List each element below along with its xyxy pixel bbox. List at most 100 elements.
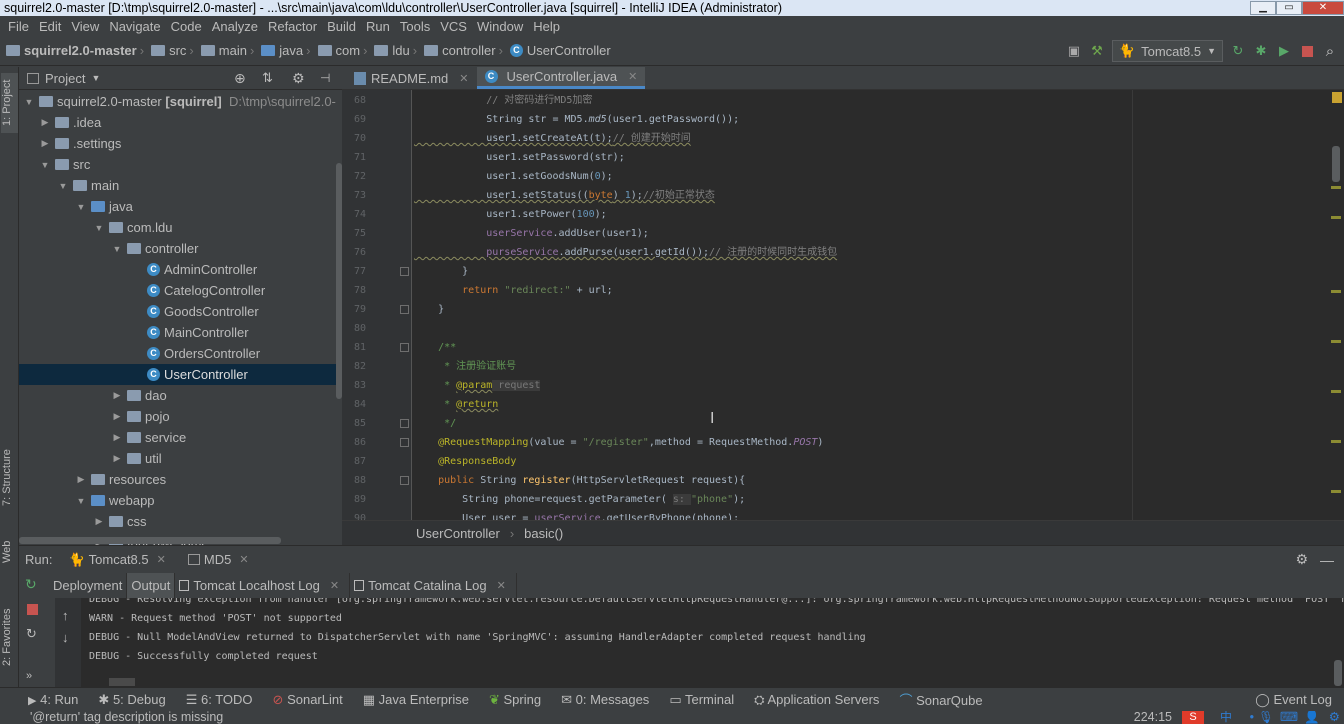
debug-bug-icon[interactable]: ✱ [1253, 43, 1269, 59]
tree-item-com-ldu[interactable]: ▼ com.ldu [19, 217, 342, 238]
menu-vcs[interactable]: VCS [435, 19, 472, 34]
tab-readme[interactable]: README.md ✕ [346, 67, 477, 89]
code-line[interactable]: user1.setStatus((byte) 1);//初始正常状态 [414, 186, 715, 205]
tree-item-settings[interactable]: ▶ .settings [19, 133, 342, 154]
code-line[interactable]: */ [414, 414, 456, 433]
fold-marker-icon[interactable] [400, 476, 409, 485]
code-line[interactable]: userService.addUser(user1); [414, 224, 649, 243]
stop-icon[interactable] [27, 604, 38, 615]
menu-build[interactable]: Build [322, 19, 361, 34]
menu-window[interactable]: Window [472, 19, 528, 34]
tree-item-orderscontroller[interactable]: C OrdersController [19, 343, 342, 364]
subtab-output[interactable]: Output [127, 573, 176, 598]
tree-item-webapp[interactable]: ▼ webapp [19, 490, 342, 511]
tab-structure-tool[interactable]: 7: Structure [1, 437, 18, 519]
chevron-down-icon[interactable]: ▼ [91, 73, 100, 83]
breadcrumb-main[interactable]: main › [200, 43, 258, 58]
menu-tools[interactable]: Tools [395, 19, 435, 34]
tree-item-main[interactable]: ▼ main [19, 175, 342, 196]
tool-sonarlint[interactable]: ⊘ SonarLint [273, 692, 343, 708]
breadcrumb-usercontroller[interactable]: C UserController [509, 43, 611, 58]
close-tab-icon[interactable]: ✕ [459, 72, 468, 85]
tree-item-goodscontroller[interactable]: C GoodsController [19, 301, 342, 322]
minimize-button[interactable]: ▁ [1250, 1, 1276, 15]
close-tab-icon[interactable]: ✕ [239, 553, 248, 566]
code-area[interactable]: // 对密码进行MD5加密 String str = MD5.md5(user1… [414, 90, 1132, 520]
tree-item-resources[interactable]: ▶ resources [19, 469, 342, 490]
close-tab-icon[interactable]: ✕ [157, 553, 166, 566]
menu-file[interactable]: File [3, 19, 34, 34]
menu-navigate[interactable]: Navigate [104, 19, 165, 34]
breadcrumb-com[interactable]: com › [317, 43, 371, 58]
fold-marker-icon[interactable] [400, 419, 409, 428]
fold-marker-icon[interactable] [400, 305, 409, 314]
tool-terminal[interactable]: ▭ Terminal [669, 692, 734, 708]
crumb-class[interactable]: UserController [416, 526, 500, 541]
code-line[interactable]: return "redirect:" + url; [414, 281, 613, 300]
breadcrumb-src[interactable]: src › [151, 43, 197, 58]
tree-item-java[interactable]: ▼ java [19, 196, 342, 217]
tree-item-usercontroller[interactable]: C UserController [19, 364, 342, 385]
code-line[interactable]: @ResponseBody [414, 452, 516, 471]
caret-position[interactable]: 224:15 [1134, 711, 1172, 724]
breadcrumb-ldu[interactable]: ldu › [374, 43, 420, 58]
code-line[interactable]: } [414, 300, 444, 319]
tab-web-tool[interactable]: Web [1, 537, 18, 567]
project-view-select[interactable]: Project [45, 71, 85, 86]
code-line[interactable]: } [414, 262, 468, 281]
run-with-coverage-icon[interactable]: ▶ [1276, 43, 1292, 59]
breadcrumb-java[interactable]: java › [261, 43, 313, 58]
tree-item-dao[interactable]: ▶ dao [19, 385, 342, 406]
tool-sonarqube[interactable]: ⌒ SonarQube [899, 690, 982, 709]
rerun-icon[interactable]: ↻ [1230, 43, 1246, 59]
tool-java-enterprise[interactable]: ▦ Java Enterprise [363, 692, 469, 708]
ime-user-icon[interactable]: 👤 [1304, 711, 1320, 724]
tool-debug[interactable]: ✱ 5: Debug [98, 692, 165, 708]
tab-favorites-tool[interactable]: 2: Favorites [1, 597, 18, 677]
editor-scrollbar[interactable] [1328, 90, 1344, 520]
locate-icon[interactable]: ⊕ [234, 70, 246, 87]
code-line[interactable]: user1.setGoodsNum(0); [414, 167, 612, 186]
tree-item-css[interactable]: ▶ css [19, 511, 342, 532]
menu-run[interactable]: Run [361, 19, 395, 34]
warning-indicator-icon[interactable] [1332, 92, 1342, 103]
breadcrumb-project[interactable]: squirrel2.0-master › [6, 43, 147, 58]
build-hammer-icon[interactable]: ⚒ [1089, 43, 1105, 59]
code-line[interactable]: user1.setPassword(str); [414, 148, 624, 167]
ime-punctuation-icon[interactable]: • [1250, 711, 1254, 724]
rerun-icon[interactable]: ↻ [25, 576, 37, 593]
tab-project-tool[interactable]: 1: Project [1, 73, 18, 133]
ime-language-icon[interactable]: 中 [1220, 711, 1232, 724]
code-line[interactable]: user1.setCreateAt(t);// 创建开始时间 [414, 129, 691, 148]
more-icon[interactable]: » [26, 670, 32, 682]
console-scrollbar[interactable] [1334, 660, 1342, 686]
tool-messages[interactable]: ✉ 0: Messages [561, 692, 649, 708]
code-line[interactable]: /** [414, 338, 456, 357]
tool-todo[interactable]: ☰ 6: TODO [186, 692, 253, 708]
tree-item-service[interactable]: ▶ service [19, 427, 342, 448]
hide-panel-icon[interactable]: ⊣ [320, 71, 330, 85]
code-line[interactable]: String phone=request.getParameter( s: "p… [414, 490, 745, 509]
tree-item-pojo[interactable]: ▶ pojo [19, 406, 342, 427]
project-horizontal-scrollbar[interactable] [19, 537, 281, 544]
subtab-deployment[interactable]: Deployment [49, 573, 128, 598]
subtab-tomcat-localhost-log[interactable]: Tomcat Localhost Log ✕ [175, 573, 351, 598]
code-line[interactable]: @RequestMapping(value = "/register",meth… [414, 433, 823, 452]
code-line[interactable]: * @return [414, 395, 498, 414]
fold-marker-icon[interactable] [400, 438, 409, 447]
search-icon[interactable]: ⌕ [1322, 43, 1338, 60]
close-tab-icon[interactable]: ✕ [330, 579, 339, 592]
minimize-panel-icon[interactable]: — [1320, 552, 1334, 568]
tree-item-idea[interactable]: ▶ .idea [19, 112, 342, 133]
code-line[interactable]: user1.setPower(100); [414, 205, 606, 224]
scroll-up-arrow-icon[interactable]: ↑ [62, 608, 69, 623]
tool-application-servers[interactable]: ⛭ Application Servers [754, 692, 879, 708]
tree-item-admincontroller[interactable]: C AdminController [19, 259, 342, 280]
menu-analyze[interactable]: Analyze [207, 19, 263, 34]
gear-icon[interactable]: ⚙ [1295, 551, 1308, 568]
run-configuration-select[interactable]: 🐈 Tomcat8.5 ▼ [1111, 40, 1223, 62]
tool-spring[interactable]: ❦ Spring [489, 692, 541, 708]
tool-run[interactable]: ▶ 4: Run [28, 692, 78, 707]
ime-voice-icon[interactable]: 🎙 [1258, 711, 1274, 724]
scroll-down-arrow-icon[interactable]: ↓ [62, 630, 69, 645]
